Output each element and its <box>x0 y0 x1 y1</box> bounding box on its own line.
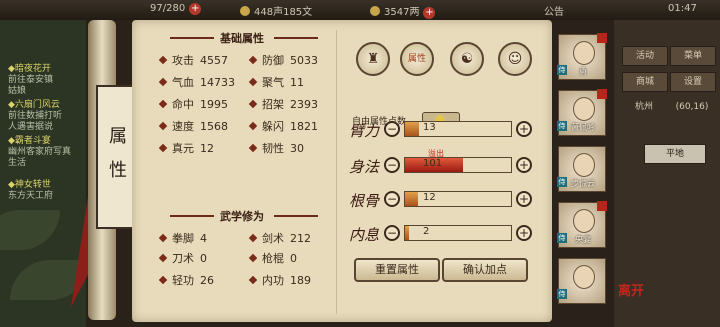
basic-stats-title: 基础属性 <box>220 32 264 45</box>
martial-fist: 拳脚 4 <box>158 230 207 246</box>
stats-column: 基础属性 攻击 4557 防御 5033 气血 14733 聚气 11 命中 1995 招… <box>146 30 337 314</box>
stat-speed: 速度 1568 <box>158 118 228 134</box>
attr-name-strength: 臂力 <box>349 122 380 140</box>
quest-item[interactable]: ◆暗夜花开 前往泰安镇 <box>8 64 53 86</box>
breath-bar: 2 <box>404 225 512 241</box>
martial-sword: 剑术 212 <box>248 230 311 246</box>
party-member[interactable]: 侍 <box>557 258 606 304</box>
increase-strength-button[interactable]: + <box>516 121 532 137</box>
party-member[interactable]: 侍勇 <box>557 33 607 80</box>
decrease-strength-button[interactable]: − <box>384 121 400 137</box>
breath-bar-fill <box>405 226 410 240</box>
quest-item[interactable]: ◆六扇门风云 前往数捕打听 <box>8 100 62 122</box>
constitution-bar-fill <box>405 192 418 206</box>
add-money-button[interactable]: + <box>423 7 436 19</box>
notice-button[interactable]: 公告 <box>544 3 564 18</box>
martial-lightness: 轻功 26 <box>158 272 214 288</box>
increase-breath-button[interactable]: + <box>516 225 532 241</box>
add-stamina-button[interactable]: + <box>189 3 202 15</box>
quest-item[interactable]: 人遇害据说 <box>8 122 53 133</box>
activity-button[interactable]: 活动 <box>622 46 668 66</box>
avatar <box>573 153 595 177</box>
divider <box>274 215 318 217</box>
stat-defense: 防御 5033 <box>248 52 318 68</box>
avatar <box>573 97 595 121</box>
avatar <box>573 209 595 233</box>
party-column: 侍勇 侍萧佩吟 侍步惊云 侍央宴 侍 <box>552 20 614 327</box>
fame-icon <box>240 6 250 16</box>
stat-true-energy: 真元 12 <box>158 140 214 156</box>
terrain-label: 平地 <box>644 144 706 164</box>
stat-hp: 气血 14733 <box>158 74 235 90</box>
agility-bar: 101 <box>404 157 512 173</box>
alert-badge <box>597 33 607 43</box>
stamina-counter: 97/280 + <box>150 3 202 15</box>
money-icon <box>370 6 380 16</box>
yin-yang-icon[interactable]: ☯ <box>450 42 484 76</box>
attr-name-agility: 身法 <box>349 158 380 176</box>
meridian-body-icon[interactable]: ☺ <box>498 42 532 76</box>
alert-badge <box>597 201 607 211</box>
decrease-constitution-button[interactable]: − <box>384 191 400 207</box>
quest-item[interactable]: 姑娘 <box>8 86 26 97</box>
page-title: 属性 <box>109 126 127 181</box>
party-member[interactable]: 侍萧佩吟 <box>557 89 607 136</box>
avatar <box>573 41 595 65</box>
attr-name-constitution: 根骨 <box>349 192 380 210</box>
quest-item[interactable]: ◆霸者斗宴 幽州客家府写真 <box>8 136 71 158</box>
top-status-bar: 97/280 + 448声185文 3547两 + 公告 01:47 <box>0 0 720 20</box>
decrease-agility-button[interactable]: − <box>384 157 400 173</box>
avatar <box>573 265 595 289</box>
quest-item[interactable]: 生活 <box>8 158 26 169</box>
location-name: 杭州 <box>634 102 653 112</box>
confirm-points-button[interactable]: 确认加点 <box>442 258 528 282</box>
coordinates: (60,16) <box>675 102 709 112</box>
martial-spear: 枪棍 0 <box>248 250 297 266</box>
clock: 01:47 <box>668 3 697 14</box>
increase-constitution-button[interactable]: + <box>516 191 532 207</box>
stat-gather: 聚气 11 <box>248 74 304 90</box>
leave-button[interactable]: 离开 <box>618 280 644 299</box>
leaf-decoration <box>0 210 60 250</box>
martial-stats-title: 武学修为 <box>220 210 264 223</box>
attribute-panel: 基础属性 攻击 4557 防御 5033 气血 14733 聚气 11 命中 1995 招… <box>132 20 552 322</box>
settings-button[interactable]: 设置 <box>670 72 716 92</box>
party-member[interactable]: 侍央宴 <box>557 201 607 248</box>
alert-badge <box>597 89 607 99</box>
strength-bar: 13 <box>404 121 512 137</box>
divider <box>274 37 318 39</box>
quest-item[interactable]: ◆神女转世 东方天工府 <box>8 180 53 202</box>
strength-bar-fill <box>405 122 419 136</box>
party-member[interactable]: 侍步惊云 <box>557 146 606 192</box>
martial-inner: 内功 189 <box>248 272 311 288</box>
hat-icon[interactable]: ♜ <box>356 42 390 76</box>
menu-button[interactable]: 菜单 <box>670 46 716 66</box>
stat-toughness: 韧性 30 <box>248 140 304 156</box>
stat-parry: 招架 2393 <box>248 96 318 112</box>
divider <box>170 215 214 217</box>
stat-attack: 攻击 4557 <box>158 52 228 68</box>
attribute-chest-icon[interactable]: 属性 <box>400 42 434 76</box>
money-counter: 3547两 + <box>370 3 436 19</box>
constitution-bar: 12 <box>404 191 512 207</box>
stat-dodge: 躲闪 1821 <box>248 118 318 134</box>
martial-blade: 刀术 0 <box>158 250 207 266</box>
decrease-breath-button[interactable]: − <box>384 225 400 241</box>
increase-agility-button[interactable]: + <box>516 157 532 173</box>
attr-name-breath: 内息 <box>349 226 380 244</box>
reset-attributes-button[interactable]: 重置属性 <box>354 258 440 282</box>
stat-hit: 命中 1995 <box>158 96 228 112</box>
divider <box>170 37 214 39</box>
shop-button[interactable]: 商城 <box>622 72 668 92</box>
fame-counter: 448声185文 <box>240 3 312 18</box>
